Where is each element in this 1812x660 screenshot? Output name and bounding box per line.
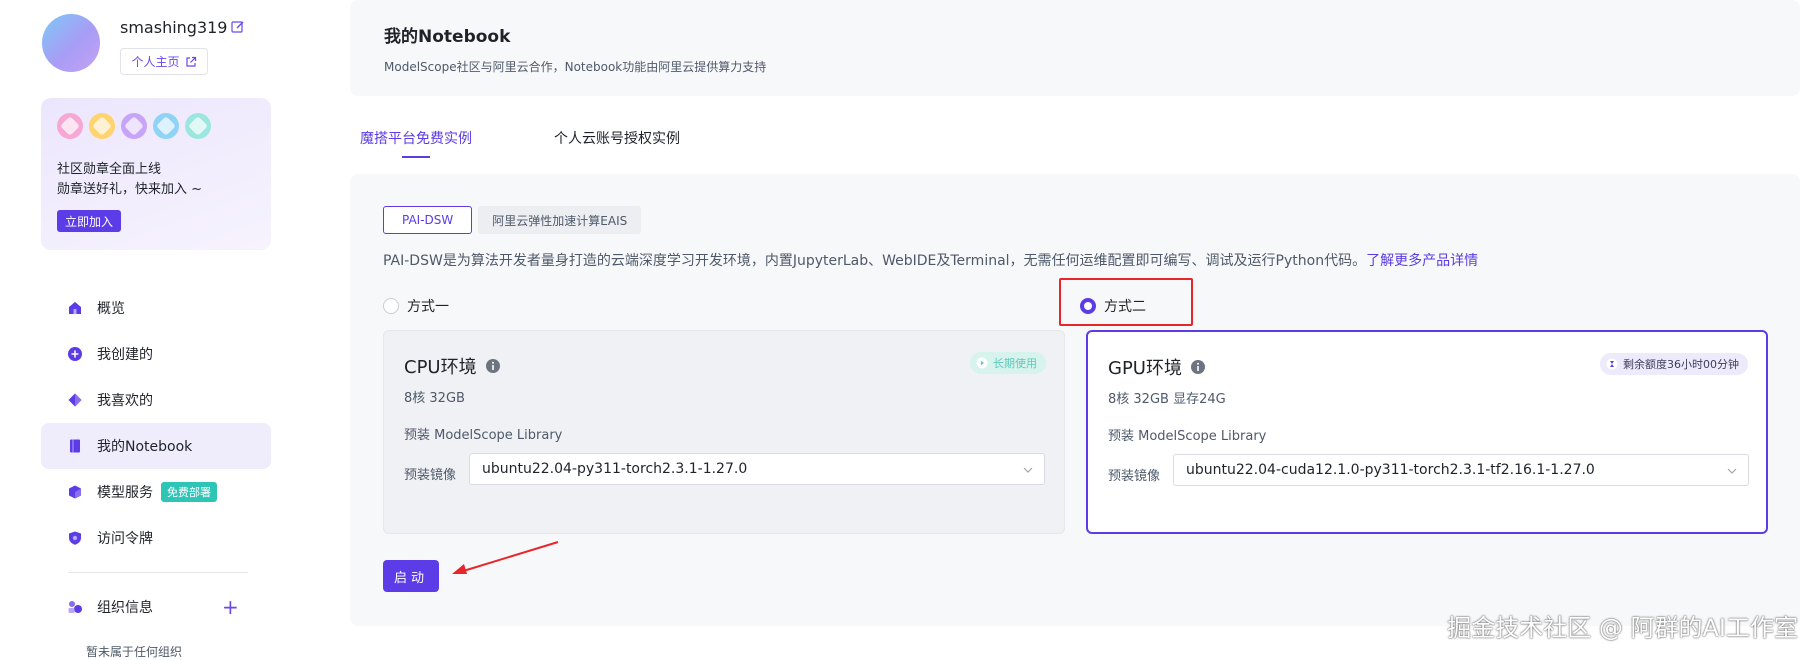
sidebar-item-label: 模型服务 [97, 485, 153, 501]
sidebar-item-label: 我喜欢的 [97, 393, 153, 409]
info-icon[interactable] [1190, 359, 1206, 375]
page-header: 我的Notebook ModelScope社区与阿里云合作，Notebook功能… [350, 0, 1800, 96]
badge-promo-line1: 社区勋章全面上线 [57, 162, 162, 177]
sidebar-item-label: 我创建的 [97, 347, 153, 363]
badge-promo-line2: 勋章送好礼，快来加入 ~ [57, 182, 203, 197]
gpu-image-select[interactable]: ubuntu22.04-cuda12.1.0-py311-torch2.3.1-… [1173, 454, 1749, 486]
sidebar-item-label: 访问令牌 [97, 531, 153, 547]
homepage-button[interactable]: 个人主页 [120, 48, 208, 75]
product-description: PAI-DSW是为算法开发者量身打造的云端深度学习开发环境，内置JupyterL… [383, 250, 1478, 270]
gpu-library: 预装 ModelScope Library [1108, 429, 1267, 444]
start-button[interactable]: 启动 [383, 560, 439, 592]
edit-icon[interactable] [231, 20, 245, 34]
badge-icon [121, 113, 147, 139]
cpu-image-label: 预装镜像 [404, 468, 457, 483]
notebook-icon [70, 439, 80, 453]
org-info-label: 组织信息 [97, 600, 153, 616]
cpu-library: 预装 ModelScope Library [404, 428, 563, 443]
external-link-icon [185, 56, 196, 67]
learn-more-link[interactable]: 了解更多产品详情 [1366, 253, 1478, 269]
sidebar-divider [68, 572, 248, 573]
add-org-icon[interactable]: + [222, 597, 239, 617]
cpu-status-text: 长期使用 [993, 357, 1037, 370]
free-deploy-tag: 免费部署 [161, 482, 217, 502]
plus-circle-icon [68, 347, 82, 361]
gpu-env-title-text: GPU环境 [1108, 358, 1182, 379]
tab-personal-account-instance[interactable]: 个人云账号授权实例 [554, 128, 680, 148]
annotation-arrow-icon [452, 541, 559, 574]
gpu-env-card[interactable]: GPU环境 剩余额度36小时00分钟 8核 32GB 显存24G 预装 Mode… [1086, 330, 1768, 534]
chevron-down-icon [1727, 468, 1737, 474]
subtab-pai-dsw[interactable]: PAI-DSW [383, 206, 473, 234]
cpu-image-value: ubuntu22.04-py311-torch2.3.1-1.27.0 [482, 461, 748, 477]
play-icon [976, 357, 988, 369]
gpu-env-title: GPU环境 [1108, 354, 1206, 380]
sidebar-item-model-service[interactable]: 模型服务 免费部署 [41, 469, 271, 515]
badge-icon [185, 113, 211, 139]
tab-free-instance[interactable]: 魔搭平台免费实例 [360, 128, 472, 148]
cpu-env-title-text: CPU环境 [404, 357, 477, 378]
info-icon[interactable] [485, 358, 501, 374]
sidebar-nav: 概览 我创建的 我喜欢的 我的Notebook 模型服务 免费部署 访问令牌 [41, 285, 271, 561]
join-now-button[interactable]: 立即加入 [57, 210, 122, 232]
org-icon [68, 601, 82, 613]
cpu-spec: 8核 32GB [404, 391, 465, 406]
cpu-image-select[interactable]: ubuntu22.04-py311-torch2.3.1-1.27.0 [469, 453, 1045, 485]
description-text: PAI-DSW是为算法开发者量身打造的云端深度学习开发环境，内置JupyterL… [383, 253, 1367, 269]
chevron-down-icon [1023, 467, 1033, 473]
badge-icon [153, 113, 179, 139]
gpu-image-value: ubuntu22.04-cuda12.1.0-py311-torch2.3.1-… [1186, 462, 1595, 478]
cpu-env-title: CPU环境 [404, 353, 501, 379]
page-title: 我的Notebook [384, 27, 511, 47]
gpu-image-label: 预装镜像 [1108, 469, 1161, 484]
sidebar-item-overview[interactable]: 概览 [41, 285, 271, 331]
product-subtabs: PAI-DSW 阿里云弹性加速计算EAIS [383, 206, 642, 234]
badge-icon [89, 113, 115, 139]
sidebar-item-label: 我的Notebook [97, 439, 193, 455]
home-icon [69, 302, 81, 314]
watermark: 掘金技术社区 @ 阿群的AI工作室 [1447, 614, 1798, 642]
radio-dot [383, 298, 399, 314]
badge-icon [57, 113, 83, 139]
shield-icon [69, 531, 81, 545]
highlight-box [1059, 278, 1193, 326]
cpu-status-badge: 长期使用 [970, 352, 1046, 374]
sidebar-item-favorites[interactable]: 我喜欢的 [41, 377, 271, 423]
badge-icons [57, 113, 211, 139]
avatar[interactable] [42, 14, 100, 72]
sidebar: smashing319 个人主页 社区勋章全面上线 勋章送好礼，快来加入 ~ 立… [0, 0, 290, 660]
username: smashing319 [120, 18, 228, 37]
instance-panel: PAI-DSW 阿里云弹性加速计算EAIS PAI-DSW是为算法开发者量身打造… [350, 174, 1800, 626]
no-org-text: 暂未属于任何组织 [86, 645, 183, 659]
cube-icon [69, 485, 81, 499]
subtab-eais[interactable]: 阿里云弹性加速计算EAIS [478, 206, 642, 234]
page-subtitle: ModelScope社区与阿里云合作，Notebook功能由阿里云提供算力支持 [384, 60, 767, 74]
badge-promo-card: 社区勋章全面上线 勋章送好礼，快来加入 ~ 立即加入 [41, 98, 271, 250]
org-info-row[interactable]: 组织信息 [67, 596, 241, 618]
hourglass-icon [1606, 358, 1618, 370]
sidebar-item-notebook[interactable]: 我的Notebook [41, 423, 271, 469]
sidebar-item-created[interactable]: 我创建的 [41, 331, 271, 377]
option-one-label: 方式一 [407, 299, 449, 315]
sidebar-item-access-token[interactable]: 访问令牌 [41, 515, 271, 561]
active-tab-indicator [402, 156, 430, 158]
gpu-quota-text: 剩余额度36小时00分钟 [1623, 358, 1739, 371]
heart-diamond-icon [68, 393, 82, 407]
option-one-radio[interactable]: 方式一 [383, 296, 449, 316]
gpu-spec: 8核 32GB 显存24G [1108, 392, 1226, 407]
homepage-label: 个人主页 [131, 55, 180, 69]
cpu-env-card[interactable]: CPU环境 长期使用 8核 32GB 预装 ModelScope Library… [383, 330, 1065, 534]
gpu-quota-badge: 剩余额度36小时00分钟 [1600, 353, 1748, 375]
sidebar-item-label: 概览 [97, 301, 125, 317]
